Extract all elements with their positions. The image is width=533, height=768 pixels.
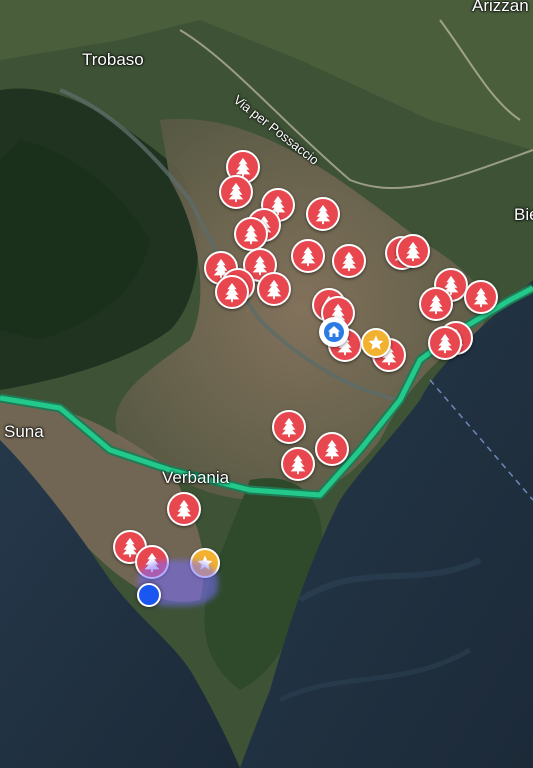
tree-marker[interactable] xyxy=(291,239,325,273)
tree-marker[interactable] xyxy=(428,326,462,360)
tree-icon xyxy=(428,294,444,315)
tree-marker[interactable] xyxy=(167,492,201,526)
tree-icon xyxy=(324,439,340,460)
tree-icon xyxy=(243,224,259,245)
star-marker[interactable] xyxy=(361,328,391,358)
map-view[interactable]: Trobaso Suna Verbania Arizzan Bie Via pe… xyxy=(0,0,533,768)
tree-marker[interactable] xyxy=(272,410,306,444)
home-icon xyxy=(324,322,344,342)
place-label-verbania: Verbania xyxy=(162,468,230,487)
tree-icon xyxy=(300,246,316,267)
tree-icon xyxy=(228,182,244,203)
tree-marker[interactable] xyxy=(464,280,498,314)
place-label-suna: Suna xyxy=(4,422,44,441)
tree-icon xyxy=(315,204,331,225)
tree-icon xyxy=(281,417,297,438)
tree-marker[interactable] xyxy=(332,244,366,278)
tree-icon xyxy=(405,241,421,262)
tree-marker[interactable] xyxy=(281,447,315,481)
home-marker[interactable] xyxy=(319,317,349,347)
place-label-bie: Bie xyxy=(514,205,533,224)
tree-icon xyxy=(224,282,240,303)
current-location-dot xyxy=(137,583,161,607)
tree-marker[interactable] xyxy=(306,197,340,231)
place-label-arizzano: Arizzan xyxy=(472,0,529,15)
tree-marker[interactable] xyxy=(396,234,430,268)
tree-icon xyxy=(290,454,306,475)
tree-icon xyxy=(266,279,282,300)
tree-marker[interactable] xyxy=(234,217,268,251)
place-label-trobaso: Trobaso xyxy=(82,50,144,69)
tree-icon xyxy=(437,333,453,354)
tree-marker[interactable] xyxy=(215,275,249,309)
star-icon xyxy=(368,335,384,350)
tree-marker[interactable] xyxy=(219,175,253,209)
tree-icon xyxy=(473,287,489,308)
tree-marker[interactable] xyxy=(257,272,291,306)
tree-marker[interactable] xyxy=(315,432,349,466)
tree-marker[interactable] xyxy=(419,287,453,321)
tree-icon xyxy=(341,251,357,272)
tree-icon xyxy=(176,499,192,520)
